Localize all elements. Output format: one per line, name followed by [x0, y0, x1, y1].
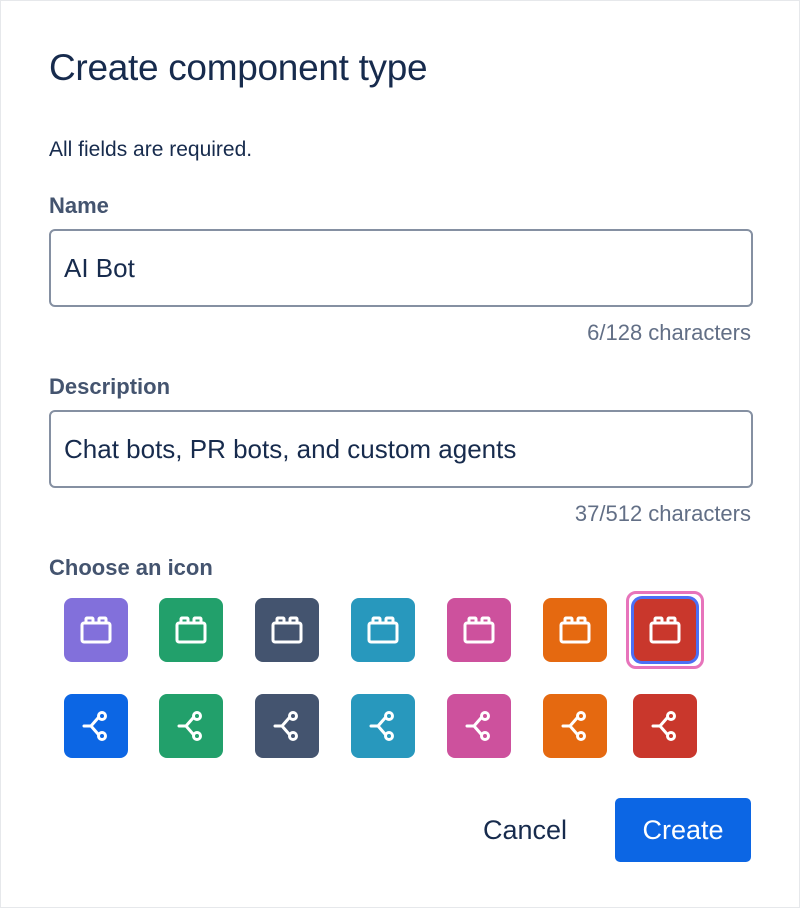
description-label: Description [49, 374, 171, 399]
icon-option-branch-magenta[interactable] [440, 687, 518, 765]
icon-picker-label: Choose an icon [49, 555, 213, 580]
icon-picker-grid [49, 591, 753, 783]
branch-icon [543, 694, 607, 758]
icon-option-branch-orange[interactable] [536, 687, 614, 765]
block-icon [543, 598, 607, 662]
description-char-count: 37/512 characters [574, 501, 751, 526]
icon-option-block-purple[interactable] [57, 591, 135, 669]
block-icon [255, 598, 319, 662]
icon-option-block-orange[interactable] [536, 591, 614, 669]
branch-icon [633, 694, 697, 758]
name-label: Name [49, 193, 109, 218]
icon-option-block-teal[interactable] [344, 591, 422, 669]
create-component-type-dialog: Create component type All fields are req… [0, 0, 800, 908]
dialog-footer: Cancel Create [459, 798, 751, 862]
name-char-count: 6/128 characters [587, 320, 751, 345]
icon-option-branch-purple[interactable] [57, 687, 135, 765]
branch-icon [255, 694, 319, 758]
icon-row-block [49, 591, 753, 687]
branch-icon [159, 694, 223, 758]
dialog-title: Create component type [49, 47, 428, 88]
name-input[interactable] [49, 229, 753, 307]
block-icon [634, 599, 696, 661]
block-icon [447, 598, 511, 662]
icon-option-block-red[interactable] [626, 591, 704, 669]
required-fields-note: All fields are required. [49, 138, 253, 161]
icon-option-branch-teal[interactable] [344, 687, 422, 765]
branch-icon [351, 694, 415, 758]
block-icon [351, 598, 415, 662]
branch-icon [447, 694, 511, 758]
branch-icon [64, 694, 128, 758]
icon-option-block-magenta[interactable] [440, 591, 518, 669]
icon-option-branch-slate[interactable] [248, 687, 326, 765]
icon-option-block-slate[interactable] [248, 591, 326, 669]
icon-option-branch-red[interactable] [626, 687, 704, 765]
block-icon [159, 598, 223, 662]
icon-row-branch [49, 687, 753, 783]
create-button[interactable]: Create [615, 798, 751, 862]
description-input[interactable] [49, 410, 753, 488]
cancel-button[interactable]: Cancel [459, 798, 591, 862]
icon-option-block-green[interactable] [152, 591, 230, 669]
block-icon [64, 598, 128, 662]
icon-option-branch-green[interactable] [152, 687, 230, 765]
